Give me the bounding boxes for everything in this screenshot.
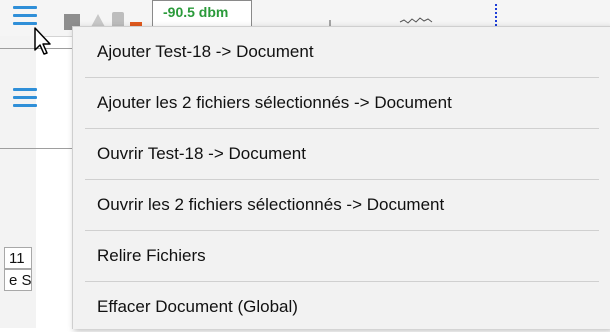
- hamburger-menu-icon[interactable]: [13, 6, 37, 26]
- divider: [0, 148, 72, 149]
- hamburger-menu-icon[interactable]: [13, 88, 37, 108]
- menu-item-reload-files[interactable]: Relire Fichiers: [73, 231, 610, 281]
- menu-item-open-file-to-document[interactable]: Ouvrir Test-18 -> Document: [73, 129, 610, 179]
- menu-item-add-selected-files-to-document[interactable]: Ajouter les 2 fichiers sélectionnés -> D…: [73, 78, 610, 128]
- side-cell[interactable]: 11: [4, 247, 32, 269]
- context-menu: Ajouter Test-18 -> Document Ajouter les …: [72, 26, 610, 329]
- menu-item-open-selected-files-to-document[interactable]: Ouvrir les 2 fichiers sélectionnés -> Do…: [73, 180, 610, 230]
- signal-readout: -90.5 dbm: [163, 4, 229, 20]
- side-cell[interactable]: e S: [4, 269, 32, 291]
- menu-item-clear-document[interactable]: Effacer Document (Global): [73, 282, 610, 332]
- mouse-pointer-icon: [34, 27, 51, 55]
- menu-item-add-file-to-document[interactable]: Ajouter Test-18 -> Document: [73, 27, 610, 77]
